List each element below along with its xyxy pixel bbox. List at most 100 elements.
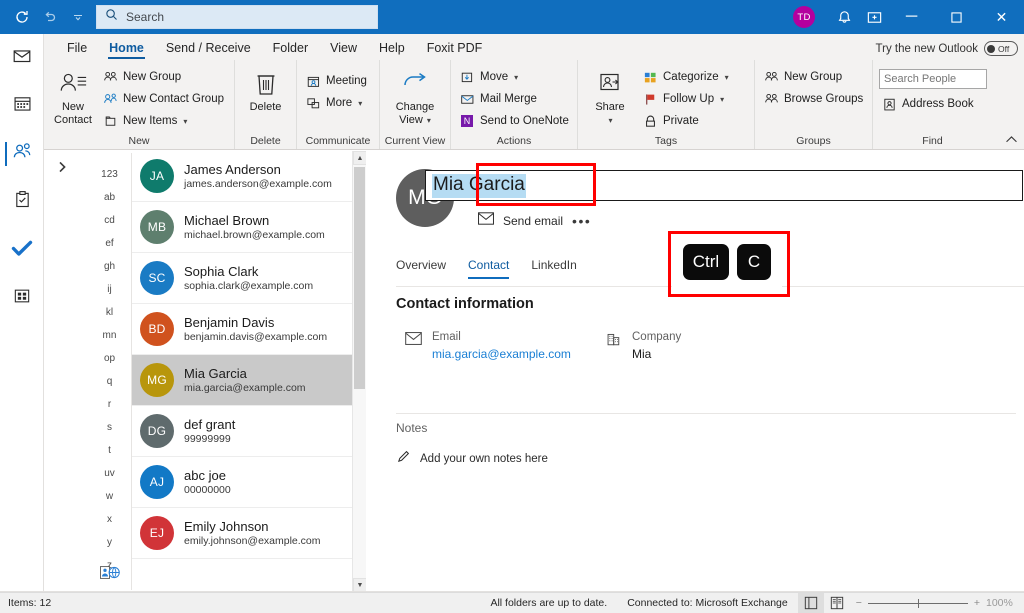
tab-foxit-pdf[interactable]: Foxit PDF	[416, 38, 494, 60]
list-item[interactable]: EJ Emily Johnson emily.johnson@example.c…	[132, 508, 366, 559]
new-group-button[interactable]: New Group	[100, 67, 228, 87]
zoom-in-button[interactable]: +	[974, 597, 980, 609]
move-button[interactable]: Move ▾	[457, 67, 573, 87]
avatar: JA	[140, 159, 174, 193]
zoom-slider[interactable]	[867, 598, 968, 608]
alpha-index-item[interactable]: ef	[105, 232, 113, 255]
tab-help[interactable]: Help	[368, 38, 416, 60]
follow-up-button[interactable]: Follow Up ▾	[640, 89, 733, 109]
zoom-slider-handle[interactable]	[917, 598, 919, 608]
list-item[interactable]: MB Michael Brown michael.brown@example.c…	[132, 202, 366, 253]
field-value[interactable]: mia.garcia@example.com	[432, 346, 571, 363]
alpha-index-item[interactable]: mn	[103, 324, 117, 347]
alpha-index-item[interactable]: s	[107, 416, 112, 439]
zoom-out-button[interactable]: −	[856, 597, 862, 609]
alpha-index-item[interactable]: t	[108, 439, 111, 462]
zoom-control[interactable]: − + 100%	[850, 597, 1024, 609]
sidebar-item-people[interactable]	[0, 130, 44, 178]
categorize-button[interactable]: Categorize ▾	[640, 67, 733, 87]
list-scrollbar[interactable]: ▲ ▼	[352, 151, 366, 592]
tab-linkedin[interactable]: LinkedIn	[531, 258, 576, 279]
close-button[interactable]: ✕	[979, 0, 1024, 34]
bell-icon[interactable]	[829, 0, 859, 34]
contact-name-input[interactable]: Mia Garcia	[425, 170, 1023, 201]
refresh-icon[interactable]	[8, 3, 36, 31]
sidebar-item-mail[interactable]	[0, 34, 44, 82]
maximize-button[interactable]	[934, 0, 979, 34]
tab-contact[interactable]: Contact	[468, 258, 510, 279]
alpha-index-item[interactable]: y	[107, 531, 112, 554]
add-notes-action[interactable]: Add your own notes here	[396, 449, 548, 469]
sidebar-item-more-apps[interactable]	[0, 274, 44, 322]
private-button[interactable]: Private	[640, 111, 733, 131]
try-new-outlook[interactable]: Try the new Outlook Off	[876, 41, 1018, 56]
new-contact-group-button[interactable]: New Contact Group	[100, 89, 228, 109]
new-group-icon	[763, 69, 779, 85]
browse-groups-button[interactable]: Browse Groups	[761, 89, 867, 109]
caret-up-icon[interactable]: ▲	[353, 151, 366, 165]
avatar[interactable]: TD	[793, 6, 815, 28]
list-item[interactable]: JA James Anderson james.anderson@example…	[132, 151, 366, 202]
delete-button[interactable]: Delete	[241, 65, 290, 114]
send-email-label: Send email	[503, 214, 564, 228]
caret-down-icon[interactable]: ▼	[353, 578, 366, 592]
sidebar-item-tasks[interactable]	[0, 178, 44, 226]
groups-new-group-button[interactable]: New Group	[761, 67, 867, 87]
share-button[interactable]: Share ▾	[584, 65, 636, 126]
contact-list[interactable]: JA James Anderson james.anderson@example…	[132, 151, 366, 592]
alpha-index-item[interactable]: 123	[101, 163, 118, 186]
list-item[interactable]: AJ abc joe 00000000	[132, 457, 366, 508]
list-item[interactable]: DG def grant 99999999	[132, 406, 366, 457]
mail-merge-button[interactable]: Mail Merge	[457, 89, 573, 109]
field-value: Mia	[632, 346, 652, 361]
sidebar-item-todo[interactable]	[0, 226, 44, 274]
tab-overview[interactable]: Overview	[396, 258, 446, 279]
minimize-button[interactable]: ─	[889, 0, 934, 34]
tab-view[interactable]: View	[319, 38, 368, 60]
address-book-icon	[881, 96, 897, 112]
collapse-ribbon-button[interactable]	[1005, 135, 1018, 147]
ribbon-group-label: Tags	[654, 135, 678, 147]
alpha-index-item[interactable]: x	[107, 508, 112, 531]
list-item[interactable]: SC Sophia Clark sophia.clark@example.com	[132, 253, 366, 304]
contacts-globe-icon[interactable]	[100, 565, 120, 588]
meeting-button[interactable]: Meeting	[303, 71, 371, 91]
list-item[interactable]: BD Benjamin Davis benjamin.davis@example…	[132, 304, 366, 355]
title-bar-right: TD ─ ✕	[793, 0, 1024, 34]
title-bar: Search TD ─ ✕	[0, 0, 1024, 34]
expand-folder-pane-button[interactable]	[58, 161, 67, 176]
alpha-index-item[interactable]: ij	[107, 278, 111, 301]
undo-icon[interactable]	[36, 3, 64, 31]
alpha-index-item[interactable]: ab	[104, 186, 115, 209]
list-item-selected[interactable]: MG Mia Garcia mia.garcia@example.com	[132, 355, 366, 406]
alpha-index-item[interactable]: r	[108, 393, 111, 416]
new-items-button[interactable]: New Items ▾	[100, 111, 228, 131]
tab-folder[interactable]: Folder	[262, 38, 319, 60]
more-button[interactable]: More ▾	[303, 93, 371, 113]
search-input[interactable]: Search	[96, 5, 378, 29]
alpha-index-item[interactable]: op	[104, 347, 115, 370]
new-outlook-toggle[interactable]: Off	[984, 41, 1018, 56]
alpha-index-item[interactable]: w	[106, 485, 113, 508]
tab-home[interactable]: Home	[98, 38, 155, 60]
send-to-onenote-button[interactable]: N Send to OneNote	[457, 111, 573, 131]
search-people-input[interactable]: Search People	[879, 69, 987, 89]
change-view-button[interactable]: Change View ▾	[386, 65, 444, 126]
tab-send-receive[interactable]: Send / Receive	[155, 38, 262, 60]
alpha-index-item[interactable]: cd	[104, 209, 115, 232]
chevron-down-icon[interactable]	[64, 3, 92, 31]
alpha-index-item[interactable]: q	[107, 370, 113, 393]
sidebar-item-calendar[interactable]	[0, 82, 44, 130]
tab-file[interactable]: File	[56, 38, 98, 60]
meeting-now-icon[interactable]	[859, 0, 889, 34]
address-book-button[interactable]: Address Book	[879, 94, 987, 114]
normal-view-icon[interactable]	[797, 592, 824, 613]
scrollbar-thumb[interactable]	[354, 167, 365, 389]
alpha-index-item[interactable]: kl	[106, 301, 113, 324]
alpha-index-item[interactable]: gh	[104, 255, 115, 278]
reading-view-icon[interactable]	[824, 593, 850, 613]
ellipsis-icon[interactable]: •••	[572, 213, 591, 229]
send-email-action[interactable]: Send email •••	[478, 212, 591, 230]
new-contact-button[interactable]: New Contact	[50, 65, 96, 126]
alpha-index-item[interactable]: uv	[104, 462, 115, 485]
